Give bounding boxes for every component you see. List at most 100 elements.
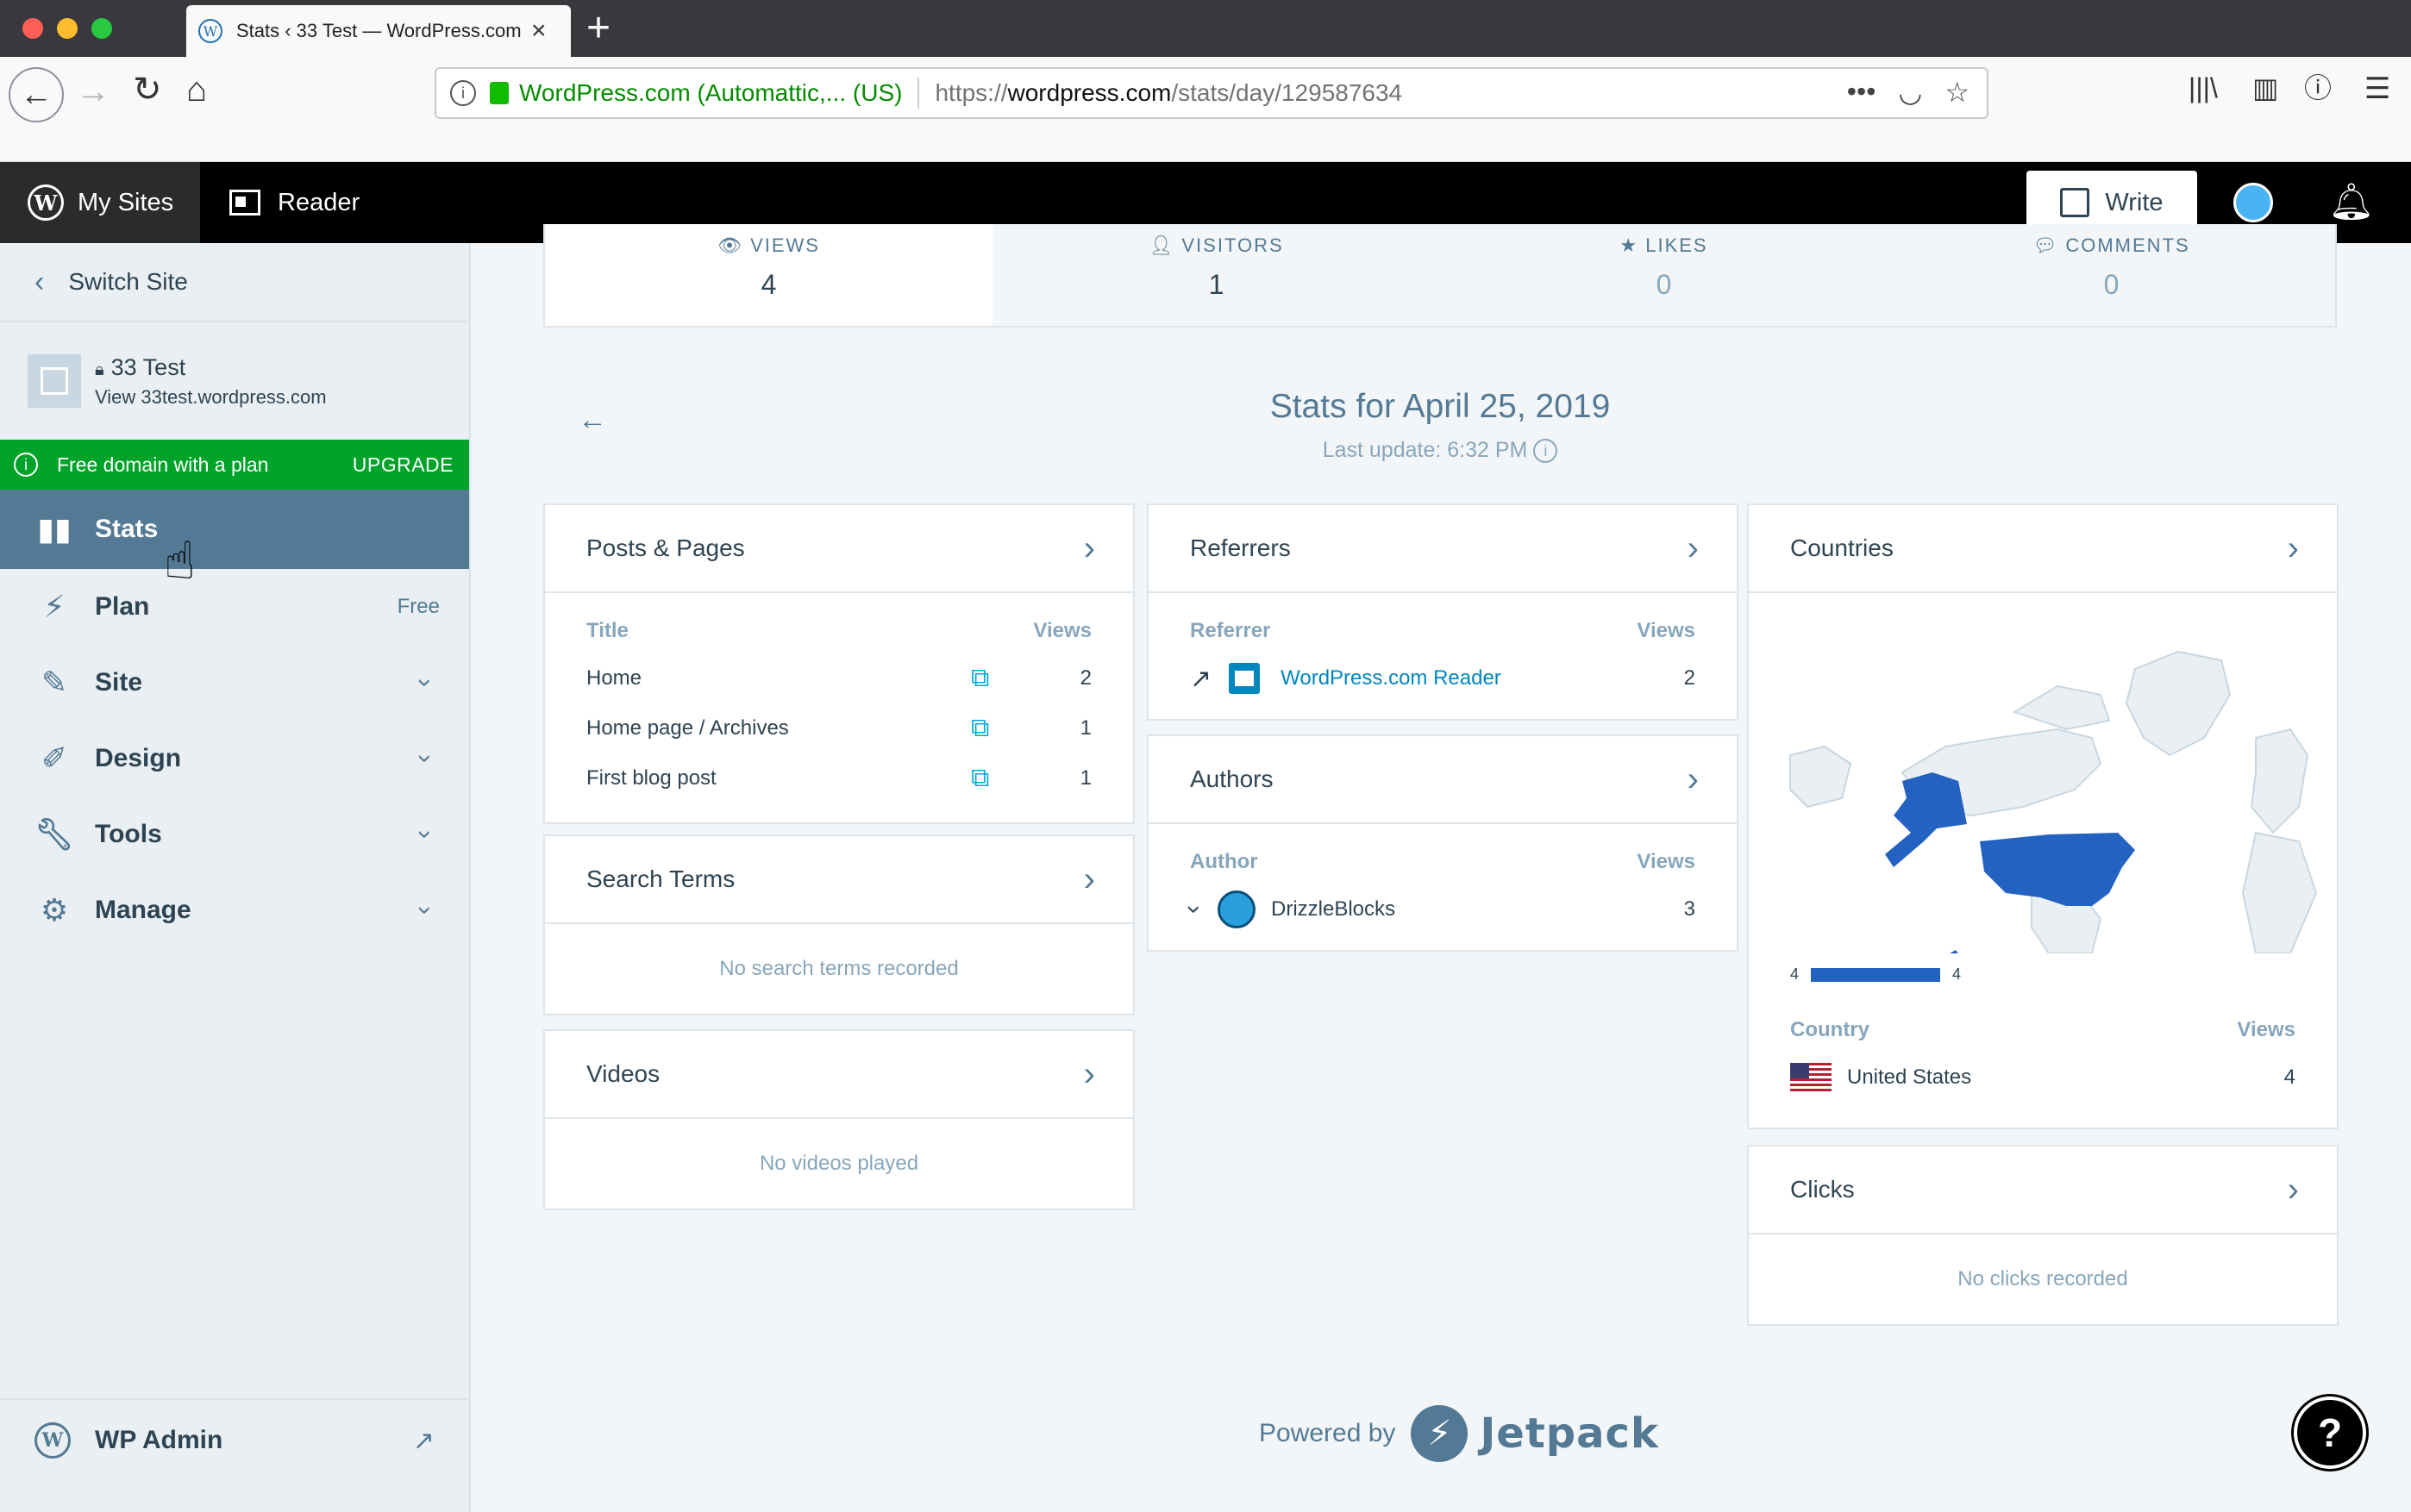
stats-summary-tabs: 👁︎ VIEWS 4 👤︎ VISITORS 1 ★ LIKES 0 💬︎ CO… [543,224,2337,328]
referrer-link[interactable]: WordPress.com Reader [1281,666,1501,690]
pocket-icon[interactable]: ◡ [1898,76,1922,109]
help-button[interactable]: ? [2294,1396,2366,1469]
stat-label: 👁︎ VIEWS [717,234,820,256]
url-prefix: https:// [935,79,1008,106]
external-link-icon[interactable]: ⧉ [971,764,1005,793]
info-icon[interactable]: i [450,80,476,106]
minimize-window-button[interactable] [57,18,78,39]
info-icon[interactable]: i [1533,439,1558,464]
search-terms-header[interactable]: Search Terms › [545,836,1133,924]
chevron-down-icon[interactable]: › [1180,905,1209,914]
stat-value: 0 [1656,269,1672,300]
stat-value: 0 [2103,269,2120,300]
table-row: Home ⧉ 2 [545,653,1133,703]
upgrade-button[interactable]: UPGRADE [353,453,454,477]
countries-header[interactable]: Countries › [1749,505,2337,593]
user-avatar[interactable] [2233,183,2273,222]
external-link-icon[interactable]: ↗ [1190,664,1212,694]
current-site-card[interactable]: 🔒︎ 33 Test View 33test.wordpress.com [0,322,469,440]
map-usa [1980,833,2135,906]
back-button[interactable]: ← [9,67,64,122]
forward-button[interactable]: → [76,74,110,109]
close-tab-icon[interactable]: × [531,18,547,44]
url-bar[interactable]: i WordPress.com (Automattic,... (US) htt… [435,67,1988,119]
sidebar-item-label: Manage [95,896,191,924]
legend-max: 4 [1952,965,1962,983]
upsell-text: Free domain with a plan [57,453,269,476]
stat-label: 👤︎ VISITORS [1149,234,1284,256]
notifications-bell-icon[interactable]: 🔔︎ [2328,181,2374,223]
more-actions-icon[interactable]: ••• [1847,76,1876,109]
posts-pages-header[interactable]: Posts & Pages › [545,505,1133,593]
tab-visitors[interactable]: 👤︎ VISITORS 1 [993,224,1440,326]
author-name: DrizzleBlocks [1271,897,1396,921]
column-headers: Country Views [1790,1018,2295,1041]
my-sites-button[interactable]: W My Sites [0,162,200,243]
column-headers: Title Views [586,619,1092,642]
jetpack-wordmark: Jetpack [1480,1409,1659,1458]
powered-by-label: Powered by [1259,1419,1396,1447]
chevron-down-icon: › [411,754,440,763]
close-window-button[interactable] [22,18,43,39]
card-title: Clicks [1790,1176,1855,1203]
card-title: Countries [1790,534,1894,561]
reload-button[interactable]: ↻ [133,72,162,107]
chevron-left-icon: ‹ [34,265,45,298]
sidebar-item-plan[interactable]: ⚡︎ Plan Free [0,569,469,645]
column-headers: Referrer Views [1190,619,1695,642]
wp-admin-link[interactable]: W WP Admin ↗ [0,1398,469,1481]
jetpack-bolt-icon: ⚡︎ [43,589,66,624]
post-title[interactable]: Home [586,666,642,690]
site-identity[interactable]: WordPress.com (Automattic,... (US) [519,79,902,107]
external-link-icon[interactable]: ⧉ [971,714,1005,743]
my-sites-label: My Sites [78,188,174,216]
chevron-right-icon: › [2287,528,2299,567]
domain-upsell-banner[interactable]: i Free domain with a plan UPGRADE [0,440,469,490]
tab-views[interactable]: 👁︎ VIEWS 4 [545,224,993,326]
bookmark-star-icon[interactable]: ☆ [1944,76,1970,109]
account-icon[interactable]: ⓘ [2304,74,2332,102]
sidebar-item-tools[interactable]: 🔧︎ Tools › [0,797,469,872]
hamburger-menu-icon[interactable]: ☰ [2364,74,2390,103]
referrers-header[interactable]: Referrers › [1149,505,1737,593]
sidebar-item-manage[interactable]: ⚙︎ Manage › [0,872,469,948]
chevron-right-icon: › [1083,859,1095,898]
sidebar-item-label: Tools [95,820,162,848]
zoom-window-button[interactable] [91,18,112,39]
pencil-icon: ✎ [41,665,68,700]
videos-header[interactable]: Videos › [545,1031,1133,1119]
powered-by-jetpack: Powered by ⚡︎ Jetpack [1259,1405,1659,1462]
clicks-header[interactable]: Clicks › [1749,1146,2337,1234]
post-title[interactable]: First blog post [586,766,717,790]
new-tab-button[interactable]: + [586,5,611,52]
reader-label: Reader [278,188,360,216]
tab-likes[interactable]: ★ LIKES 0 [1440,224,1888,326]
post-title[interactable]: Home page / Archives [586,716,789,740]
switch-site-button[interactable]: ‹ Switch Site [0,243,469,322]
sidebar-toggle-icon[interactable]: ▥ [2252,74,2278,102]
arrow-left-icon[interactable]: ← [578,403,607,437]
empty-state: No clicks recorded [1957,1267,2128,1290]
info-icon: i [14,453,38,477]
tab-comments[interactable]: 💬︎ COMMENTS 0 [1888,224,2335,326]
external-link-icon[interactable]: ⧉ [971,664,1005,693]
clicks-card: Clicks › No clicks recorded [1747,1145,2339,1326]
reader-button[interactable]: Reader [229,162,360,243]
authors-header[interactable]: Authors › [1149,736,1737,824]
empty-state: No search terms recorded [719,957,959,980]
sidebar-item-stats[interactable]: ▮▮ Stats [0,490,469,569]
url-text[interactable]: https://wordpress.com/stats/day/12958763… [935,79,1402,107]
countries-card: Countries › 4 4 Country Views United State… [1747,503,2339,1129]
switch-site-label: Switch Site [68,268,188,295]
library-icon[interactable]: |||\ [2189,74,2218,102]
home-button[interactable]: ⌂ [186,72,207,107]
url-host: wordpress.com [1007,79,1172,106]
sidebar-item-site[interactable]: ✎ Site › [0,645,469,721]
views-count: 4 [2283,1065,2295,1089]
sidebar-item-design[interactable]: ✐ Design › [0,721,469,797]
person-icon: 👤︎ [1149,234,1182,256]
browser-tab-stats[interactable]: W Stats ‹ 33 Test — WordPress.com × [186,5,571,57]
world-map [1789,650,2318,953]
site-url[interactable]: View 33test.wordpress.com [95,386,327,409]
views-count: 3 [1683,897,1695,921]
